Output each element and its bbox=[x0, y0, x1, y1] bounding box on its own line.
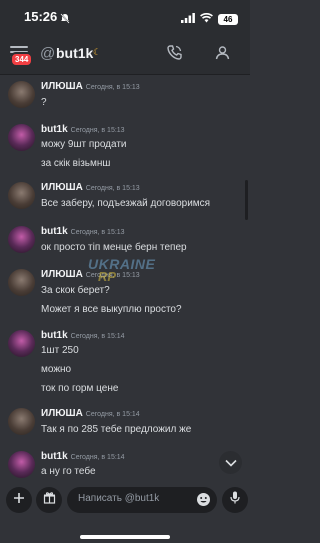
message-timestamp: Сегодня, в 15:14 bbox=[70, 333, 125, 340]
wifi-icon bbox=[200, 10, 213, 28]
home-indicator bbox=[80, 535, 170, 539]
voice-message-button[interactable] bbox=[222, 487, 248, 513]
message-timestamp: Сегодня, в 15:14 bbox=[70, 454, 125, 461]
message-timestamp: Сегодня, в 15:13 bbox=[85, 84, 140, 91]
message-author[interactable]: ИЛЮША bbox=[41, 408, 83, 419]
unread-badge: 344 bbox=[10, 52, 34, 67]
message-text: Так я по 285 тебе предложил же bbox=[41, 424, 192, 435]
avatar[interactable] bbox=[8, 269, 35, 296]
avatar[interactable] bbox=[8, 226, 35, 253]
message-composer: Написать @but1k bbox=[0, 484, 250, 543]
dm-title[interactable]: but1k bbox=[56, 45, 93, 61]
message-text: Все заберу, подъезжай договоримся bbox=[41, 198, 211, 209]
message-text: ? bbox=[41, 97, 47, 108]
message-text: а ну го тебе bbox=[41, 466, 96, 477]
message-timestamp: Сегодня, в 15:13 bbox=[70, 127, 125, 134]
message-timestamp: Сегодня, в 15:13 bbox=[70, 229, 125, 236]
message-text: Может я все выкуплю просто? bbox=[41, 304, 182, 315]
gift-icon bbox=[43, 491, 56, 509]
message-text: можу 9шт продати bbox=[41, 139, 127, 150]
message-author[interactable]: ИЛЮША bbox=[41, 81, 83, 92]
avatar[interactable] bbox=[8, 451, 35, 478]
message-author[interactable]: ИЛЮША bbox=[41, 269, 83, 280]
idle-status-icon: ☾ bbox=[93, 47, 102, 57]
jump-to-bottom-button[interactable] bbox=[219, 451, 242, 474]
avatar[interactable] bbox=[8, 330, 35, 357]
bell-slash-icon bbox=[60, 11, 70, 29]
message-author[interactable]: but1k bbox=[41, 451, 68, 462]
message-author[interactable]: but1k bbox=[41, 330, 68, 341]
message-input-placeholder: Написать @but1k bbox=[78, 493, 160, 504]
battery-icon: 46 bbox=[218, 13, 238, 25]
message-text: ок просто тіп менце берн тепер bbox=[41, 242, 187, 253]
call-icon[interactable] bbox=[166, 44, 183, 66]
status-bar: 15:26 46 bbox=[0, 0, 250, 34]
message-text: можно bbox=[41, 364, 72, 375]
attach-button[interactable] bbox=[6, 487, 32, 513]
profile-icon[interactable] bbox=[214, 44, 231, 66]
plus-icon bbox=[13, 491, 25, 509]
message-text: ток по горм цене bbox=[41, 383, 119, 394]
avatar[interactable] bbox=[8, 81, 35, 108]
message-text: за скік візьмнш bbox=[41, 158, 111, 169]
at-icon: @ bbox=[40, 45, 56, 62]
message-timestamp: Сегодня, в 15:14 bbox=[85, 411, 140, 418]
avatar[interactable] bbox=[8, 408, 35, 435]
channel-header: 344 @ but1k ☾ bbox=[0, 34, 250, 75]
message-input[interactable]: Написать @but1k bbox=[67, 487, 217, 513]
status-time: 15:26 bbox=[24, 9, 58, 24]
message-timestamp: Сегодня, в 15:13 bbox=[85, 185, 140, 192]
message-author[interactable]: ИЛЮША bbox=[41, 182, 83, 193]
gift-button[interactable] bbox=[36, 487, 62, 513]
microphone-icon bbox=[230, 491, 240, 509]
watermark-logo: UKRAINE RP bbox=[88, 256, 155, 290]
signal-icon bbox=[181, 10, 195, 28]
avatar[interactable] bbox=[8, 124, 35, 151]
scrollbar[interactable] bbox=[245, 180, 248, 220]
message-author[interactable]: but1k bbox=[41, 226, 68, 237]
emoji-icon[interactable] bbox=[196, 492, 211, 512]
message-author[interactable]: but1k bbox=[41, 124, 68, 135]
chevron-down-icon bbox=[224, 454, 237, 472]
message-text: 1шт 250 bbox=[41, 345, 79, 356]
avatar[interactable] bbox=[8, 182, 35, 209]
